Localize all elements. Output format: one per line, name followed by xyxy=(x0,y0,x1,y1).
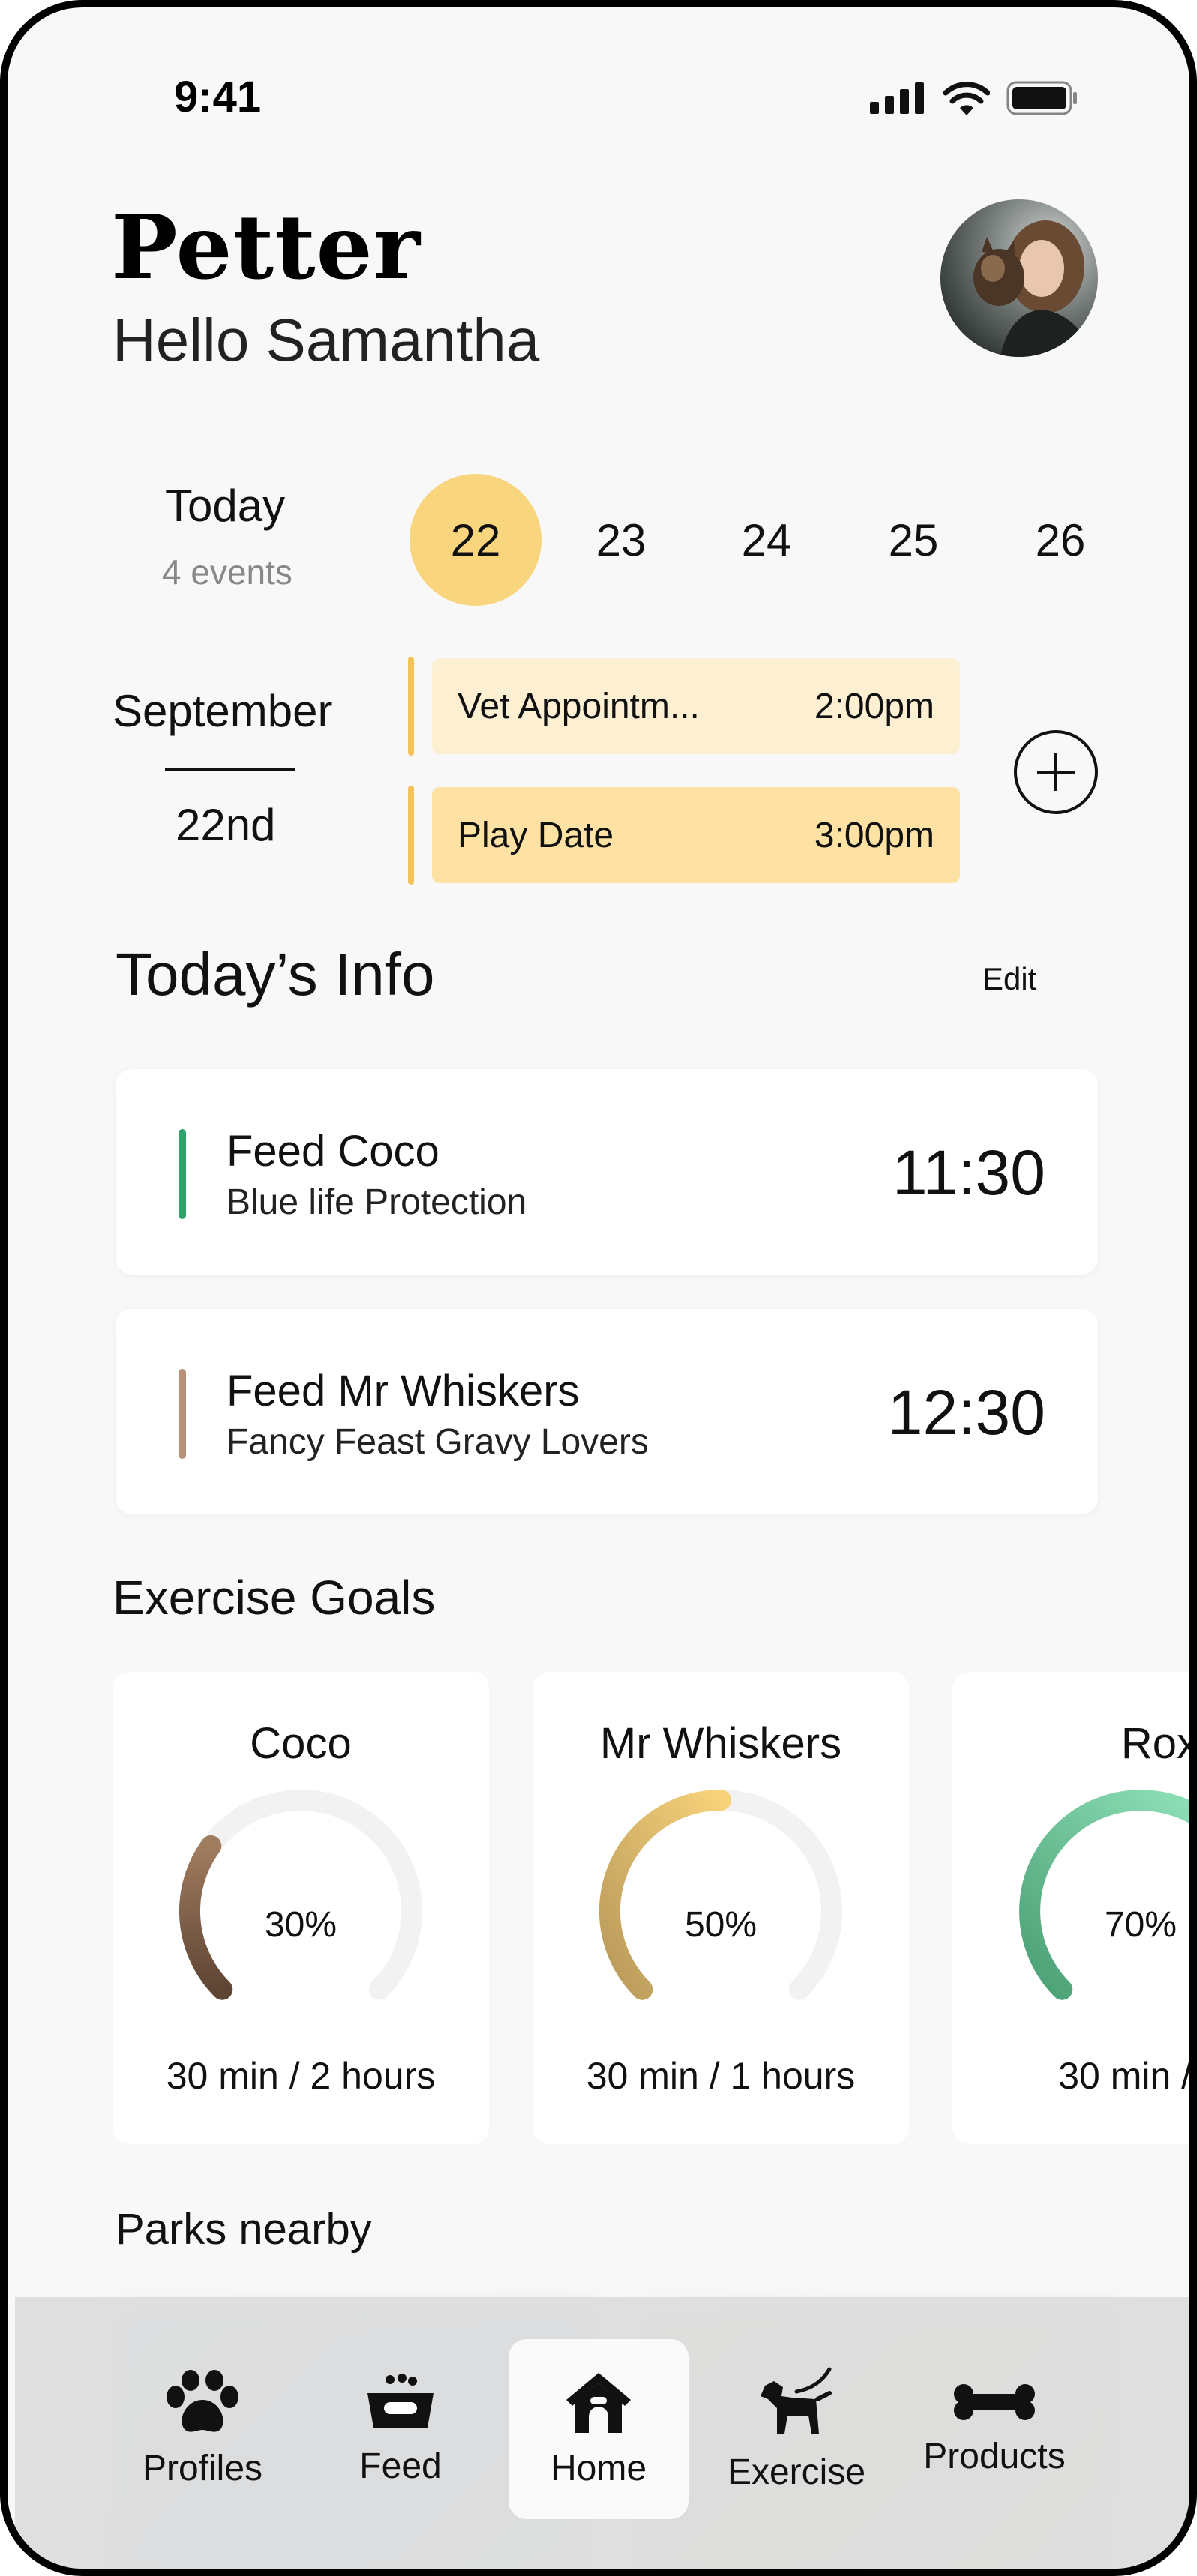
today-label: Today xyxy=(165,481,286,531)
avatar[interactable] xyxy=(940,199,1098,357)
accent-bar xyxy=(178,1129,186,1219)
greeting: Hello Samantha xyxy=(112,307,540,373)
goal-card-coco[interactable]: Coco 30% 30 min / 2 hours xyxy=(112,1672,489,2144)
phone-frame: 9:41 Petter Hello Samantha Today 4 event… xyxy=(0,0,1197,2576)
dog-walk-icon xyxy=(760,2367,832,2434)
battery-icon xyxy=(1006,81,1077,115)
day-23[interactable]: 23 xyxy=(555,474,687,606)
status-icons xyxy=(870,81,1078,115)
event-title: Vet Appointm... xyxy=(458,686,700,726)
nav-label: Profiles xyxy=(142,2448,263,2488)
food-bowl-icon xyxy=(368,2373,434,2428)
dog-house-icon xyxy=(566,2372,631,2433)
day-25[interactable]: 25 xyxy=(848,474,980,606)
add-event-button[interactable] xyxy=(1014,730,1098,814)
progress-percent: 30% xyxy=(264,1905,338,1945)
day-24[interactable]: 24 xyxy=(700,474,832,606)
event-date: 22nd xyxy=(176,800,276,850)
todays-info-title: Today’s Info xyxy=(116,941,435,1008)
nav-products[interactable]: Products xyxy=(904,2339,1084,2519)
pet-name: Mr Whiskers xyxy=(599,1719,842,1768)
progress-amount: 30 min / 1 hours xyxy=(586,2055,856,2097)
goal-card-roxy[interactable]: Roxy 70% 30 min / 2 xyxy=(952,1672,1197,2144)
progress-amount: 30 min / 2 hours xyxy=(166,2055,436,2097)
nav-home[interactable]: Home xyxy=(508,2339,688,2519)
progress-percent: 50% xyxy=(684,1905,758,1945)
events-count: 4 events xyxy=(162,553,292,592)
feed-title: Feed Coco xyxy=(226,1127,440,1176)
progress-percent: 70% xyxy=(1104,1905,1178,1945)
exercise-goals-title: Exercise Goals xyxy=(112,1571,436,1625)
feed-time: 11:30 xyxy=(892,1137,1046,1208)
event-title: Play Date xyxy=(458,815,614,855)
wifi-icon xyxy=(944,82,990,115)
pet-name: Roxy xyxy=(1120,1719,1197,1768)
app-title: Petter xyxy=(111,195,421,299)
nav-exercise[interactable]: Exercise xyxy=(706,2339,886,2519)
nav-label: Home xyxy=(550,2448,647,2488)
feed-food: Fancy Feast Gravy Lovers xyxy=(226,1422,649,1462)
progress-amount: 30 min / 2 xyxy=(1058,2055,1192,2097)
event-marker xyxy=(408,657,414,756)
signal-icon xyxy=(870,82,924,114)
pet-name: Coco xyxy=(250,1719,352,1768)
feed-title: Feed Mr Whiskers xyxy=(226,1367,580,1415)
parks-nearby-title: Parks nearby xyxy=(116,2205,372,2254)
day-22[interactable]: 22 xyxy=(410,474,542,606)
nav-profiles[interactable]: Profiles xyxy=(112,2339,292,2519)
event-vet-appointment[interactable]: Vet Appointm... 2:00pm xyxy=(432,658,960,754)
bone-icon xyxy=(954,2383,1035,2420)
status-time: 9:41 xyxy=(174,73,262,121)
nav-label: Products xyxy=(923,2436,1066,2476)
feed-time: 12:30 xyxy=(887,1377,1046,1448)
event-time: 2:00pm xyxy=(814,686,934,726)
event-play-date[interactable]: Play Date 3:00pm xyxy=(432,787,960,883)
event-month: September xyxy=(112,686,333,736)
event-marker xyxy=(408,786,414,885)
nav-label: Exercise xyxy=(727,2452,866,2492)
paw-icon xyxy=(166,2369,238,2432)
edit-button[interactable]: Edit xyxy=(982,961,1036,997)
goal-card-mr-whiskers[interactable]: Mr Whiskers 50% 30 min / 1 hours xyxy=(532,1672,909,2144)
avatar-photo xyxy=(940,199,1098,357)
feed-food: Blue life Protection xyxy=(226,1182,527,1222)
nav-feed[interactable]: Feed xyxy=(310,2339,490,2519)
feed-card-coco[interactable]: Feed Coco Blue life Protection 11:30 xyxy=(116,1069,1098,1275)
nav-label: Feed xyxy=(359,2446,442,2486)
event-time: 3:00pm xyxy=(814,815,934,855)
day-26[interactable]: 26 xyxy=(994,474,1126,606)
feed-card-mr-whiskers[interactable]: Feed Mr Whiskers Fancy Feast Gravy Lover… xyxy=(116,1309,1098,1514)
date-divider xyxy=(165,768,296,771)
accent-bar xyxy=(178,1369,186,1459)
